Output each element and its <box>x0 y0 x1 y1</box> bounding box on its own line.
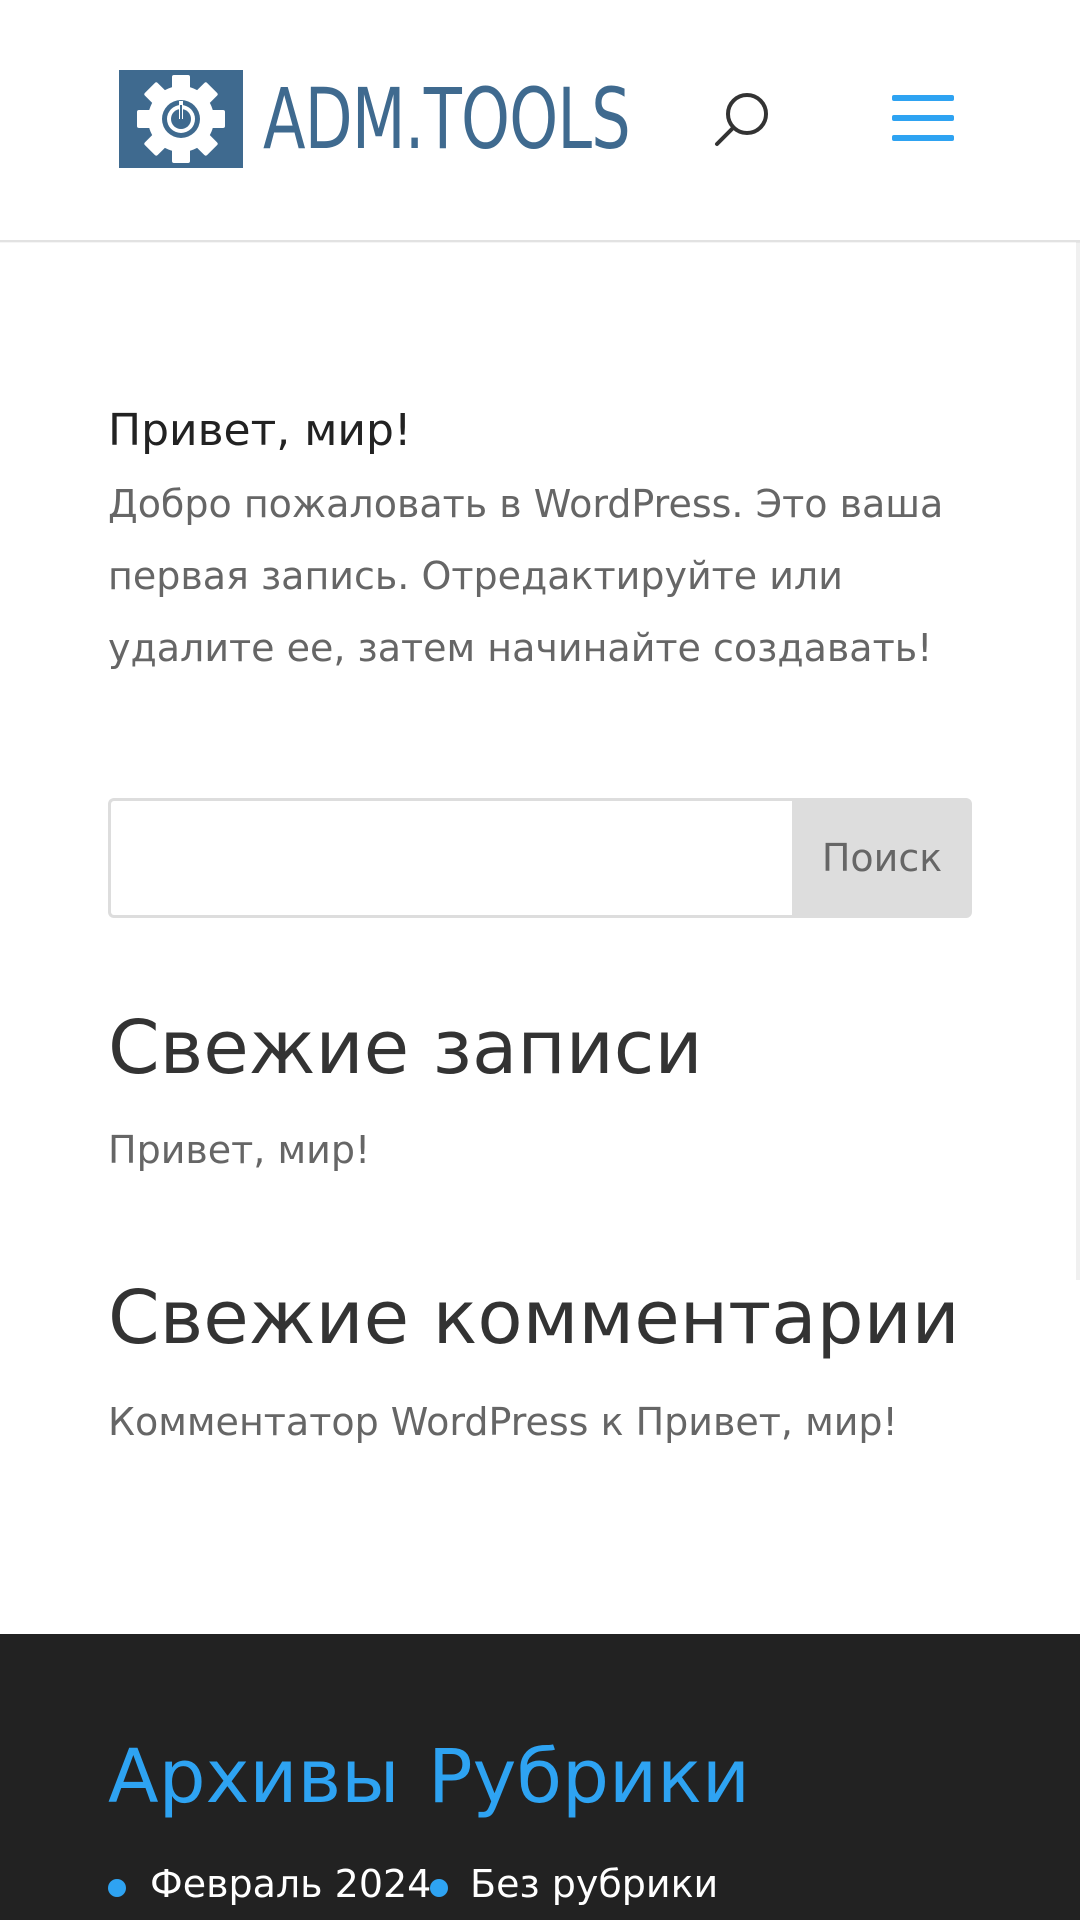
hamburger-menu-icon[interactable] <box>892 95 954 141</box>
gear-power-icon <box>119 70 243 168</box>
search-input[interactable] <box>108 798 792 918</box>
recent-post-link[interactable]: Привет, мир! <box>108 1128 370 1172</box>
recent-comment-item: Комментатор WordPress к Привет, мир! <box>108 1400 898 1444</box>
site-header: ADM.TOOLS <box>0 0 1080 242</box>
archives-title: Архивы <box>108 1734 400 1820</box>
search-button[interactable]: Поиск <box>792 798 972 918</box>
categories-title: Рубрики <box>428 1734 750 1820</box>
archive-link[interactable]: Февраль 2024 <box>150 1862 431 1906</box>
site-logo[interactable]: ADM.TOOLS <box>119 70 759 168</box>
list-bullet <box>430 1879 448 1897</box>
post-excerpt: Добро пожаловать в WordPress. Это ваша п… <box>108 482 944 670</box>
search-icon[interactable] <box>712 90 772 150</box>
list-bullet <box>108 1879 126 1897</box>
category-link[interactable]: Без рубрики <box>470 1862 718 1906</box>
comment-author-link[interactable]: Комментатор WordPress <box>108 1400 588 1444</box>
comment-connector: к <box>588 1400 636 1444</box>
search-form: Поиск <box>108 798 972 918</box>
recent-comments-title: Свежие комментарии <box>108 1275 960 1361</box>
post-title[interactable]: Привет, мир! <box>108 405 412 456</box>
site-footer: Архивы Рубрики Февраль 2024 Без рубрики <box>0 1634 1080 1920</box>
comment-post-link[interactable]: Привет, мир! <box>636 1400 898 1444</box>
logo-text: ADM.TOOLS <box>263 70 631 168</box>
recent-posts-title: Свежие записи <box>108 1005 703 1091</box>
